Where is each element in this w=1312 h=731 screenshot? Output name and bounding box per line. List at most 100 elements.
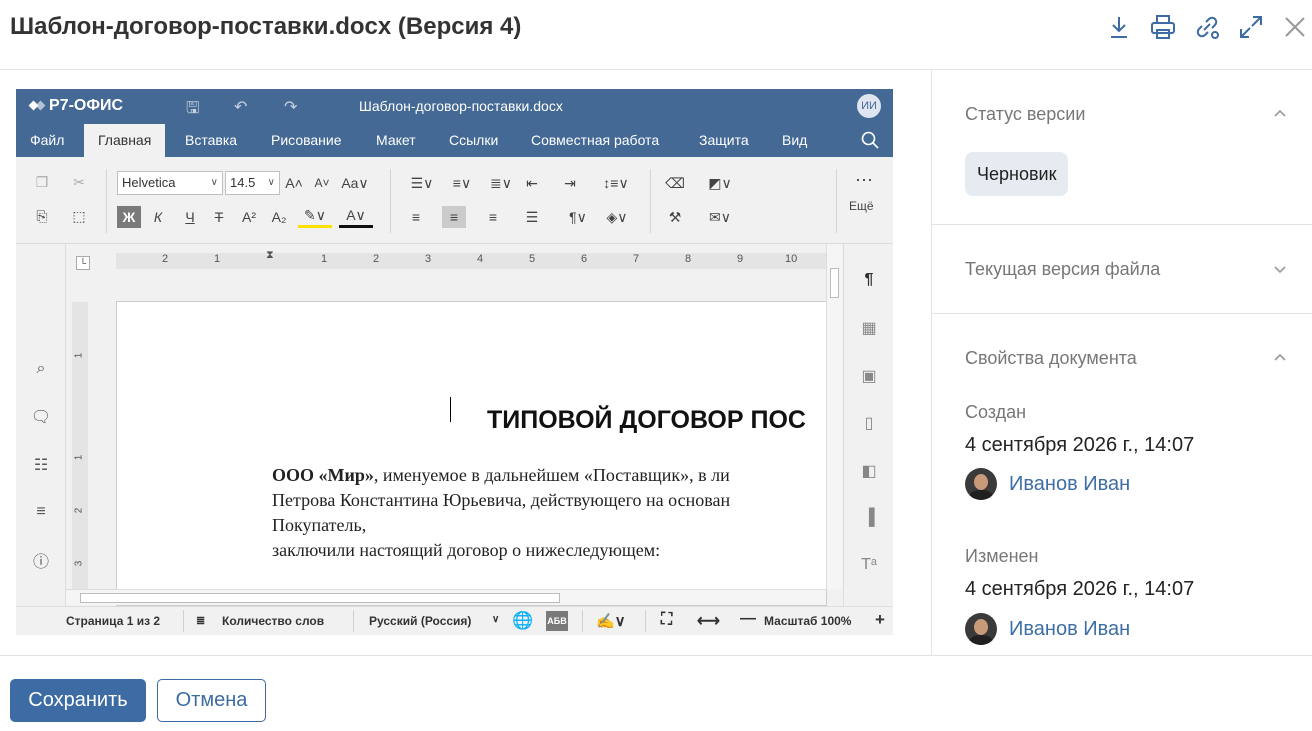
navigation-icon[interactable]: ≡ — [30, 501, 52, 523]
chat-icon[interactable]: ☷ — [30, 454, 52, 476]
status-badge[interactable]: Черновик — [965, 152, 1069, 196]
strikethrough-icon[interactable]: Т — [209, 206, 229, 228]
spellcheck-icon[interactable]: АБВ — [546, 611, 568, 631]
share-link-icon[interactable] — [1190, 10, 1224, 44]
select-all-icon[interactable]: ⬚ — [68, 205, 90, 227]
eraser-icon[interactable]: ⌫ — [664, 172, 686, 194]
superscript-icon[interactable]: A² — [238, 206, 260, 228]
multilevel-list-icon[interactable]: ≣∨ — [484, 172, 518, 194]
globe-icon[interactable]: 🌐 — [512, 611, 533, 631]
cut-icon[interactable]: ✂ — [68, 171, 90, 193]
copy-icon[interactable]: ❐ — [32, 171, 52, 193]
download-icon[interactable] — [1102, 10, 1136, 44]
scroll-thumb[interactable] — [80, 593, 560, 603]
font-name-select[interactable]: Helvetica ∨ — [117, 171, 223, 195]
decrease-font-icon[interactable]: A˅ — [312, 172, 332, 194]
menu-protection[interactable]: Защита — [685, 124, 763, 157]
image-settings-icon[interactable]: ▣ — [859, 366, 879, 386]
more-icon[interactable]: ⋯ — [852, 169, 876, 191]
shading-icon[interactable]: ◈∨ — [600, 206, 634, 228]
language-select[interactable]: Русский (Россия) — [369, 614, 471, 628]
scroll-thumb[interactable] — [830, 268, 839, 298]
mail-merge-icon[interactable]: ✉∨ — [702, 206, 738, 228]
find-icon[interactable]: ⌕ — [30, 358, 52, 380]
menu-view[interactable]: Вид — [768, 124, 821, 157]
bold-icon[interactable]: Ж — [117, 206, 141, 228]
numbering-icon[interactable]: ≡∨ — [445, 172, 479, 194]
chevron-down-icon[interactable] — [1272, 261, 1288, 277]
chevron-down-icon[interactable]: ∨ — [492, 614, 499, 625]
text-art-icon[interactable]: Tᵃ — [859, 555, 879, 575]
menu-references[interactable]: Ссылки — [435, 124, 512, 157]
search-icon[interactable] — [861, 131, 879, 149]
highlight-icon[interactable]: ✎∨ — [298, 206, 332, 228]
decrease-indent-icon[interactable]: ⇤ — [521, 172, 543, 194]
word-count[interactable]: Количество слов — [222, 614, 324, 628]
font-color-icon[interactable]: A∨ — [339, 206, 373, 228]
track-changes-icon[interactable]: ✍∨ — [596, 612, 626, 630]
zoom-in-icon[interactable]: + — [875, 610, 885, 630]
close-icon[interactable] — [1278, 10, 1312, 44]
current-version-title[interactable]: Текущая версия файла — [965, 259, 1160, 280]
indent-marker-icon[interactable]: ⧗ — [266, 249, 274, 262]
body-line: ООО «Мир», именуемое в дальнейшем «Поста… — [272, 463, 730, 488]
paste-icon[interactable]: ⎘ — [32, 205, 52, 227]
underline-icon[interactable]: Ч — [180, 206, 200, 228]
paragraph-marks-icon[interactable]: ¶∨ — [561, 206, 595, 228]
font-size-select[interactable]: 14.5 ∨ — [225, 171, 280, 195]
save-icon[interactable]: 🖫 — [186, 97, 200, 124]
undo-icon[interactable]: ↶ — [234, 97, 247, 117]
redo-icon[interactable]: ↷ — [284, 97, 297, 117]
increase-indent-icon[interactable]: ⇥ — [559, 172, 581, 194]
bullets-icon[interactable]: ☰∨ — [405, 172, 439, 194]
properties-title[interactable]: Свойства документа — [965, 348, 1137, 369]
header-footer-icon[interactable]: ▯ — [859, 413, 879, 433]
line-spacing-icon[interactable]: ↕≡∨ — [598, 172, 634, 194]
change-case-icon[interactable]: Aa∨ — [339, 172, 371, 194]
menu-file[interactable]: Файл — [16, 124, 78, 157]
menu-collaboration[interactable]: Совместная работа — [517, 124, 673, 157]
word-count-icon[interactable]: ≣ — [196, 614, 205, 627]
fit-page-icon[interactable]: ⛶ — [661, 611, 672, 629]
align-center-icon[interactable]: ≡ — [442, 206, 466, 228]
document-page[interactable]: ТИПОВОЙ ДОГОВОР ПОС ООО «Мир», именуемое… — [116, 301, 827, 606]
chevron-up-icon[interactable] — [1272, 106, 1288, 122]
horizontal-ruler[interactable]: 2 1 ⧗ 1 2 3 4 5 6 7 8 9 10 — [116, 249, 826, 269]
format-painter-icon[interactable]: ⚒ — [664, 206, 686, 228]
modified-by-name[interactable]: Иванов Иван — [1009, 618, 1130, 641]
align-right-icon[interactable]: ≡ — [482, 206, 504, 228]
chevron-up-icon[interactable] — [1272, 350, 1288, 366]
subscript-icon[interactable]: A₂ — [268, 206, 290, 228]
chart-settings-icon[interactable]: ▐ — [859, 508, 879, 528]
horizontal-scrollbar[interactable] — [66, 589, 826, 605]
zoom-out-icon[interactable]: — — [740, 610, 756, 628]
italic-icon[interactable]: К — [148, 206, 168, 228]
expand-icon[interactable] — [1234, 10, 1268, 44]
styles-icon[interactable]: ◩∨ — [702, 172, 738, 194]
table-settings-icon[interactable]: ▦ — [859, 318, 879, 338]
save-button[interactable]: Сохранить — [10, 679, 146, 722]
menu-insert[interactable]: Вставка — [171, 124, 251, 157]
user-avatar[interactable]: ИИ — [857, 94, 881, 118]
print-icon[interactable] — [1146, 10, 1180, 44]
menu-home[interactable]: Главная — [84, 124, 166, 157]
fit-width-icon[interactable]: ⟷ — [697, 611, 720, 631]
more-label[interactable]: Ещё — [849, 199, 874, 213]
align-left-icon[interactable]: ≡ — [405, 206, 427, 228]
page-indicator[interactable]: Страница 1 из 2 — [66, 614, 160, 628]
shape-settings-icon[interactable]: ◧ — [859, 461, 879, 481]
created-by-name[interactable]: Иванов Иван — [1009, 473, 1130, 496]
tab-stop-selector[interactable]: └ — [76, 256, 90, 270]
info-icon[interactable]: ⓘ — [30, 549, 52, 571]
cancel-button[interactable]: Отмена — [157, 679, 266, 722]
justify-icon[interactable]: ☰ — [521, 206, 543, 228]
comments-icon[interactable]: 🗨 — [30, 406, 52, 428]
vertical-ruler[interactable]: 1 1 2 3 — [72, 302, 88, 592]
vertical-scrollbar[interactable] — [826, 244, 842, 589]
menu-layout[interactable]: Макет — [362, 124, 430, 157]
menu-draw[interactable]: Рисование — [257, 124, 356, 157]
status-section-title[interactable]: Статус версии — [965, 104, 1085, 125]
zoom-level[interactable]: Масштаб 100% — [764, 614, 851, 628]
increase-font-icon[interactable]: A˄ — [284, 172, 304, 194]
paragraph-settings-icon[interactable]: ¶ — [859, 270, 879, 290]
